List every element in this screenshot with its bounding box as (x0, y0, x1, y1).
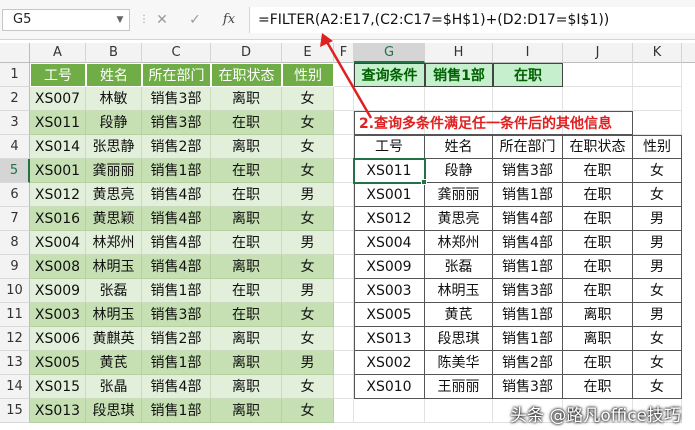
annotation-arrow (320, 33, 373, 119)
annotation-arrow-line (325, 41, 373, 119)
watermark: 头条 @路凡office技巧 (509, 406, 681, 426)
annotation-arrow-head (320, 33, 333, 47)
